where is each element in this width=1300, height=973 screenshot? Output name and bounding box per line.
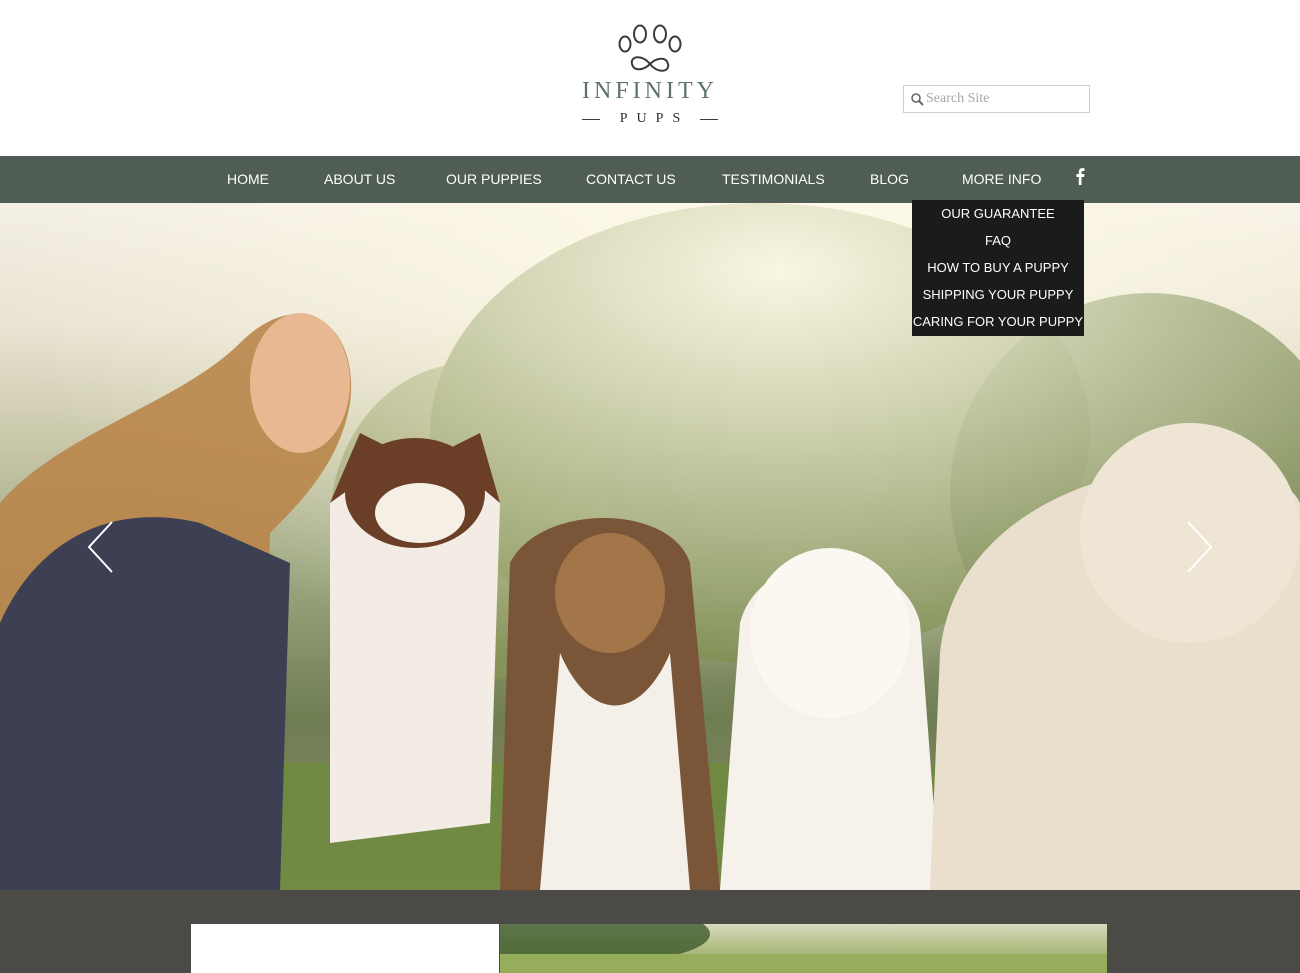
hero-slideshow [0,203,1300,890]
divider [700,119,718,120]
menu-item-caring[interactable]: CARING FOR YOUR PUPPY [912,308,1084,335]
site-logo[interactable]: INFINITY PUPS [560,22,740,134]
content-card [191,924,499,973]
menu-item-shipping[interactable]: SHIPPING YOUR PUPPY [912,281,1084,308]
content-image [500,924,1107,973]
main-nav: HOME ABOUT US OUR PUPPIES CONTACT US TES… [0,156,1300,203]
menu-item-faq[interactable]: FAQ [912,227,1084,254]
nav-item-contact-us[interactable]: CONTACT US [586,156,676,203]
nav-item-testimonials[interactable]: TESTIMONIALS [722,156,825,203]
nav-item-more-info[interactable]: MORE INFO [962,156,1041,203]
hero-image [0,203,1300,890]
search-icon[interactable] [910,92,924,106]
site-header: INFINITY PUPS [0,0,1300,156]
nav-item-about-us[interactable]: ABOUT US [324,156,395,203]
search-box[interactable] [903,85,1090,113]
divider [582,119,600,120]
brand-name-primary: INFINITY [582,78,718,104]
brand-name-secondary: PUPS [619,111,690,126]
nav-item-blog[interactable]: BLOG [870,156,909,203]
brand-name-secondary-row: PUPS [582,111,718,127]
more-info-dropdown: OUR GUARANTEE FAQ HOW TO BUY A PUPPY SHI… [912,200,1084,336]
nav-item-our-puppies[interactable]: OUR PUPPIES [446,156,542,203]
nav-item-home[interactable]: HOME [227,156,269,203]
menu-item-how-to-buy[interactable]: HOW TO BUY A PUPPY [912,254,1084,281]
search-input[interactable] [926,88,1086,110]
menu-item-our-guarantee[interactable]: OUR GUARANTEE [912,200,1084,227]
chevron-right-icon[interactable] [1184,520,1214,574]
facebook-icon[interactable] [1074,167,1086,185]
chevron-left-icon[interactable] [86,520,116,574]
paw-icon [618,24,682,72]
